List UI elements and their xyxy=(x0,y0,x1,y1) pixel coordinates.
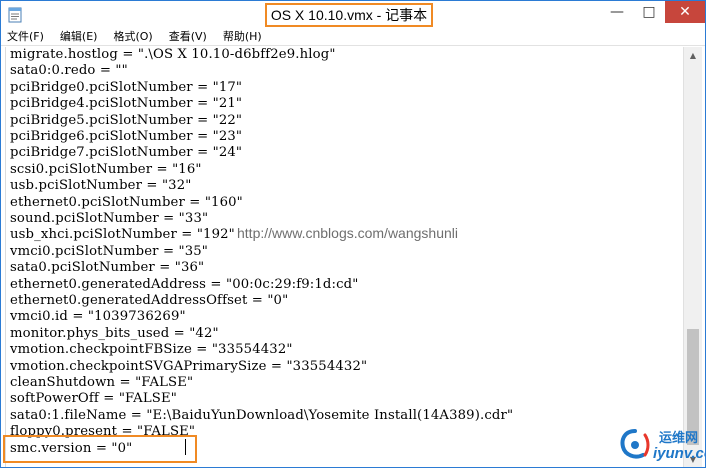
editor-line: usb.pciSlotNumber = "32" xyxy=(10,178,192,194)
menu-format[interactable]: 格式(O) xyxy=(111,28,154,44)
editor-line: monitor.phys_bits_used = "42" xyxy=(10,325,219,341)
site-logo: 运维网 iyunv.com xyxy=(611,425,705,467)
editor-line: sound.pciSlotNumber = "33" xyxy=(10,211,209,226)
editor-line: ethernet0.generatedAddress = "00:0c:29:f… xyxy=(10,276,359,292)
notepad-app-icon[interactable] xyxy=(7,7,23,23)
editor-line: vmotion.checkpointFBSize = "33554432" xyxy=(10,342,293,358)
editor-line: sata0:1.fileName = "E:\BaiduYunDownload\… xyxy=(10,407,514,423)
menu-bar: 文件(F) 编辑(E) 格式(O) 查看(V) 帮助(H) xyxy=(1,27,705,46)
editor-line: usb_xhci.pciSlotNumber = "192" xyxy=(10,227,235,243)
logo-swirl-icon xyxy=(620,429,650,459)
editor-line: ethernet0.generatedAddressOffset = "0" xyxy=(10,293,289,308)
window-title: OS X 10.10.vmx - 记事本 xyxy=(265,3,433,27)
menu-help[interactable]: 帮助(H) xyxy=(221,28,264,44)
editor-line: sata0:0.redo = "" xyxy=(10,63,128,79)
menu-file[interactable]: 文件(F) xyxy=(5,28,46,44)
editor-line: sata0.pciSlotNumber = "36" xyxy=(10,260,205,276)
editor-line: scsi0.pciSlotNumber = "16" xyxy=(10,161,202,177)
scroll-up-icon[interactable]: ▲ xyxy=(684,47,702,63)
editor-line: pciBridge0.pciSlotNumber = "17" xyxy=(10,79,243,95)
editor-line: pciBridge6.pciSlotNumber = "23" xyxy=(10,129,243,144)
editor-line: migrate.hostlog = ".\OS X 10.10-d6bff2e9… xyxy=(10,47,336,62)
maximize-icon: □ xyxy=(642,4,656,20)
editor-line: softPowerOff = "FALSE" xyxy=(10,391,177,407)
vertical-scrollbar[interactable]: ▲ ▼ xyxy=(683,47,702,467)
editor-line: pciBridge5.pciSlotNumber = "22" xyxy=(10,112,243,128)
minimize-icon: — xyxy=(610,4,624,20)
menu-view[interactable]: 查看(V) xyxy=(167,28,209,44)
close-button[interactable]: ✕ xyxy=(665,1,705,23)
text-editor[interactable]: migrate.hostlog = ".\OS X 10.10-d6bff2e9… xyxy=(5,47,684,467)
editor-line: cleanShutdown = "FALSE" xyxy=(10,375,194,390)
editor-line: vmci0.id = "1039736269" xyxy=(10,309,186,325)
close-icon: ✕ xyxy=(679,4,691,20)
editor-line: ethernet0.pciSlotNumber = "160" xyxy=(10,194,243,210)
logo-text-cn: 运维网 xyxy=(659,431,699,446)
watermark: http://www.cnblogs.com/wangshunli xyxy=(237,225,458,241)
editor-line: vmotion.checkpointSVGAPrimarySize = "335… xyxy=(10,358,368,374)
logo-text-en: iyunv.com xyxy=(653,445,705,462)
editor-line: pciBridge7.pciSlotNumber = "24" xyxy=(10,145,243,161)
editor-line: vmci0.pciSlotNumber = "35" xyxy=(10,243,209,259)
minimize-button[interactable]: — xyxy=(601,1,633,23)
menu-edit[interactable]: 编辑(E) xyxy=(58,28,100,44)
notepad-window: OS X 10.10.vmx - 记事本 — □ ✕ 文件(F) 编辑(E) 格… xyxy=(0,0,706,468)
maximize-button[interactable]: □ xyxy=(633,1,665,23)
highlight-annotation xyxy=(3,435,197,463)
editor-line: pciBridge4.pciSlotNumber = "21" xyxy=(10,96,243,112)
